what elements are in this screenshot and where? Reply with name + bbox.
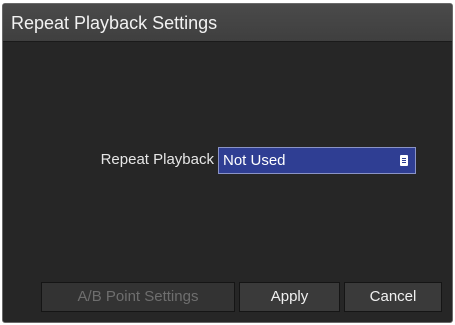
dialog-title: Repeat Playback Settings bbox=[3, 4, 452, 42]
apply-button[interactable]: Apply bbox=[239, 282, 340, 312]
repeat-playback-row: Repeat Playback Not Used bbox=[3, 146, 452, 174]
ab-point-settings-button[interactable]: A/B Point Settings bbox=[41, 282, 235, 312]
repeat-playback-settings-dialog: Repeat Playback Settings Repeat Playback… bbox=[2, 3, 453, 323]
list-icon bbox=[400, 155, 408, 166]
repeat-playback-selected-value: Not Used bbox=[223, 152, 286, 169]
repeat-playback-dropdown[interactable]: Not Used bbox=[218, 147, 416, 174]
cancel-button[interactable]: Cancel bbox=[344, 282, 442, 312]
repeat-playback-label: Repeat Playback bbox=[100, 151, 214, 168]
